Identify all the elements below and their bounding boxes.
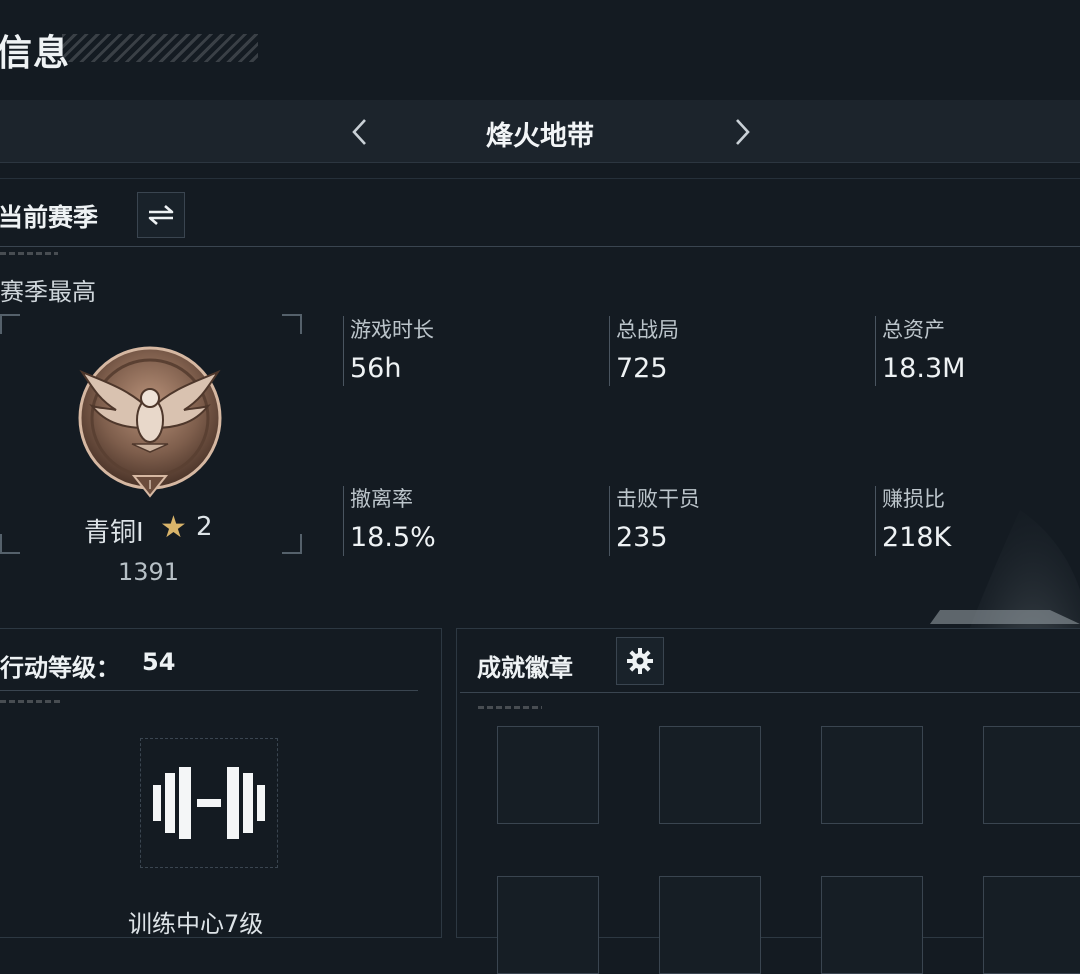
decoration-marks [0,252,58,255]
divider [0,178,1080,179]
divider [0,246,1080,247]
stat-label: 总资产 [882,318,945,342]
svg-text:I: I [148,478,152,492]
frame-corner [0,314,20,334]
training-center-card[interactable] [140,738,278,868]
decoration-marks [478,706,542,709]
divider [460,692,1080,693]
badge-settings-button[interactable] [616,637,664,685]
season-best-label: 赛季最高 [0,278,96,306]
stat-label: 撤离率 [350,487,413,511]
badge-slot[interactable] [983,726,1080,824]
achievement-badges-title: 成就徽章 [477,654,573,682]
stat-label: 游戏时长 [350,318,434,342]
frame-corner [282,534,302,554]
gear-icon [627,648,653,674]
frame-corner [0,534,20,554]
season-label: 当前赛季 [0,203,99,232]
game-mode-title: 烽火地带 [486,121,594,152]
stat-value: 235 [616,522,668,553]
stat-label: 击败干员 [616,487,700,511]
divider [0,690,418,691]
chevron-right-icon[interactable] [732,116,752,156]
action-level-value: 54 [142,648,176,676]
stat-label: 总战局 [616,318,679,342]
swap-icon [148,205,174,225]
stat-value: 18.3M [882,353,966,384]
stat-divider [343,316,344,386]
badge-slot[interactable] [659,726,761,824]
badge-slot[interactable] [821,876,923,974]
star-icon: ★ [160,510,187,545]
badge-slot[interactable] [821,726,923,824]
training-center-label: 训练中心7级 [128,910,264,938]
badge-slot[interactable] [659,876,761,974]
page-title: 信息 [0,33,71,74]
dumbbell-icon [153,767,265,839]
eagle-rank-emblem-icon: I [72,340,228,504]
stat-divider [875,486,876,556]
stat-value: 56h [350,353,402,384]
title-decoration [62,34,258,62]
rank-score: 1391 [118,558,180,586]
stat-value: 725 [616,353,668,384]
badge-slot[interactable] [983,876,1080,974]
stat-divider [343,486,344,556]
stat-value: 18.5% [350,522,436,553]
action-level-label: 行动等级： [0,654,120,682]
badge-slot[interactable] [497,726,599,824]
stat-divider [609,316,610,386]
stat-divider [875,316,876,386]
stat-divider [609,486,610,556]
badge-slot[interactable] [497,876,599,974]
season-switch-button[interactable] [137,192,185,238]
frame-corner [282,314,302,334]
decoration-marks [0,700,60,703]
rank-name: 青铜Ⅰ [84,518,144,548]
rank-star-count: 2 [196,512,213,542]
